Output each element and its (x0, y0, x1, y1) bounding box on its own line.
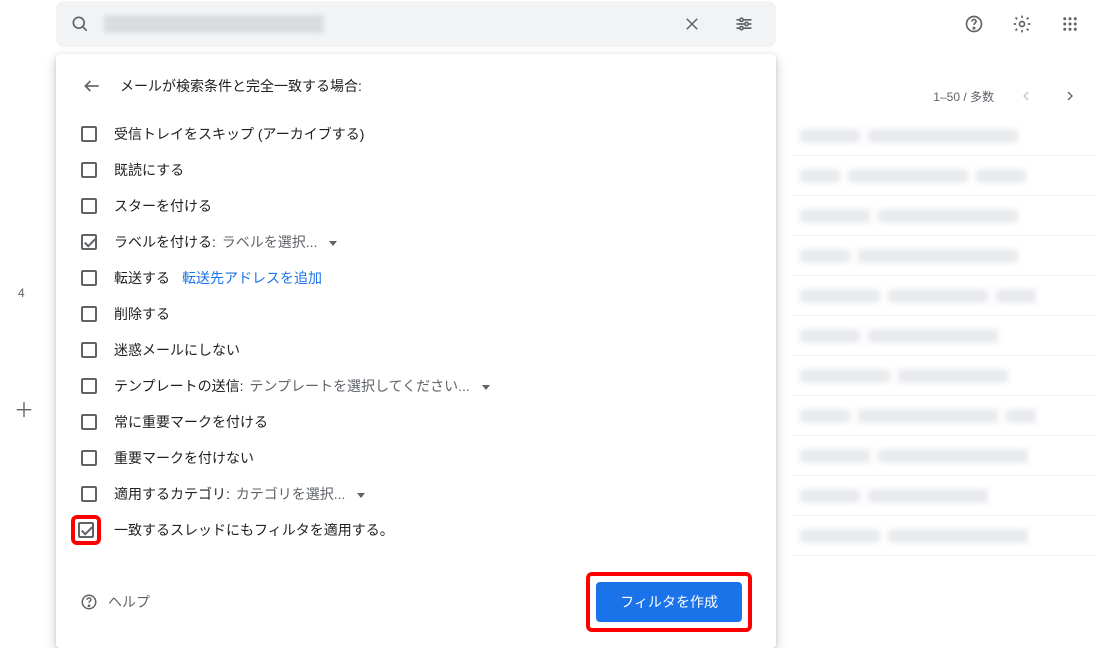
mail-row[interactable] (792, 316, 1096, 356)
filter-option-checkbox[interactable] (81, 198, 97, 214)
sidebar-badge: 4 (18, 286, 25, 300)
create-filter-button[interactable]: フィルタを作成 (596, 582, 742, 622)
create-filter-highlight: フィルタを作成 (586, 572, 752, 632)
filter-option-row: 適用するカテゴリ: カテゴリを選択... (76, 476, 752, 512)
filter-panel: メールが検索条件と完全一致する場合: 受信トレイをスキップ (アーカイブする) 既… (56, 54, 776, 648)
help-link[interactable]: ヘルプ (80, 592, 150, 612)
filter-option-label: 常に重要マークを付ける (114, 412, 268, 432)
filter-option-row: 常に重要マークを付ける (76, 404, 752, 440)
filter-option-label: 適用するカテゴリ: カテゴリを選択... (114, 484, 365, 504)
mail-row[interactable] (792, 356, 1096, 396)
top-bar (0, 0, 1106, 48)
mail-row[interactable] (792, 156, 1096, 196)
mail-row[interactable] (792, 516, 1096, 556)
create-label-button[interactable]: ＋ (14, 394, 34, 423)
filter-option-link[interactable]: 転送先アドレスを追加 (182, 270, 322, 286)
filter-option-row: 受信トレイをスキップ (アーカイブする) (76, 116, 752, 152)
filter-option-checkbox[interactable] (81, 450, 97, 466)
filter-option-row: ラベルを付ける: ラベルを選択... (76, 224, 752, 260)
mail-row[interactable] (792, 476, 1096, 516)
help-icon[interactable] (954, 4, 994, 44)
filter-option-label: 重要マークを付けない (114, 448, 254, 468)
prev-page-icon[interactable] (1014, 84, 1038, 108)
filter-option-sublabel[interactable]: カテゴリを選択... (232, 486, 346, 502)
dropdown-arrow-icon[interactable] (357, 493, 365, 498)
filter-option-checkbox[interactable] (78, 522, 94, 538)
filter-option-checkbox[interactable] (81, 126, 97, 142)
mail-row[interactable] (792, 116, 1096, 156)
clear-search-icon[interactable] (672, 4, 712, 44)
filter-option-checkbox[interactable] (81, 414, 97, 430)
filter-option-row: 転送する転送先アドレスを追加 (76, 260, 752, 296)
filter-option-label: 迷惑メールにしない (114, 340, 240, 360)
mail-row[interactable] (792, 276, 1096, 316)
filter-option-checkbox[interactable] (81, 378, 97, 394)
filter-option-sublabel[interactable]: テンプレートを選択してください... (245, 378, 469, 394)
filter-option-label: 削除する (114, 304, 170, 324)
back-arrow-icon[interactable] (80, 74, 104, 98)
search-options-icon[interactable] (724, 4, 764, 44)
mail-list (792, 116, 1096, 556)
dropdown-arrow-icon[interactable] (482, 385, 490, 390)
filter-option-checkbox[interactable] (81, 486, 97, 502)
filter-option-row: 重要マークを付けない (76, 440, 752, 476)
filter-option-label: 受信トレイをスキップ (アーカイブする) (114, 124, 364, 144)
filter-option-checkbox[interactable] (81, 162, 97, 178)
help-label: ヘルプ (108, 592, 150, 612)
settings-icon[interactable] (1002, 4, 1042, 44)
search-box[interactable] (56, 1, 776, 47)
pagination-text: 1–50 / 多数 (933, 88, 994, 105)
filter-option-label: テンプレートの送信: テンプレートを選択してください... (114, 376, 490, 396)
filter-option-row: スターを付ける (76, 188, 752, 224)
filter-options: 受信トレイをスキップ (アーカイブする) 既読にするスターを付けるラベルを付ける:… (76, 116, 752, 548)
filter-title: メールが検索条件と完全一致する場合: (120, 76, 362, 96)
filter-option-label: 既読にする (114, 160, 184, 180)
filter-option-label: 転送する転送先アドレスを追加 (114, 268, 322, 288)
filter-option-sublabel[interactable]: ラベルを選択... (218, 234, 318, 250)
filter-option-row: 迷惑メールにしない (76, 332, 752, 368)
mail-row[interactable] (792, 236, 1096, 276)
filter-option-checkbox[interactable] (81, 342, 97, 358)
apps-grid-icon[interactable] (1050, 4, 1090, 44)
mail-pagination: 1–50 / 多数 (933, 84, 1082, 108)
search-input-blurred[interactable] (104, 15, 324, 33)
filter-option-checkbox[interactable] (81, 234, 97, 250)
filter-option-label: ラベルを付ける: ラベルを選択... (114, 232, 337, 252)
next-page-icon[interactable] (1058, 84, 1082, 108)
mail-row[interactable] (792, 196, 1096, 236)
filter-option-row: 既読にする (76, 152, 752, 188)
filter-option-checkbox[interactable] (81, 270, 97, 286)
mail-row[interactable] (792, 436, 1096, 476)
filter-option-row: 一致するスレッドにもフィルタを適用する。 (76, 512, 752, 548)
filter-option-row: テンプレートの送信: テンプレートを選択してください... (76, 368, 752, 404)
filter-option-label: 一致するスレッドにもフィルタを適用する。 (114, 520, 394, 540)
search-icon (68, 12, 92, 36)
filter-option-checkbox[interactable] (81, 306, 97, 322)
checkbox-highlight (71, 515, 101, 545)
dropdown-arrow-icon[interactable] (329, 241, 337, 246)
topbar-actions (954, 4, 1090, 44)
filter-option-label: スターを付ける (114, 196, 212, 216)
filter-option-row: 削除する (76, 296, 752, 332)
mail-row[interactable] (792, 396, 1096, 436)
